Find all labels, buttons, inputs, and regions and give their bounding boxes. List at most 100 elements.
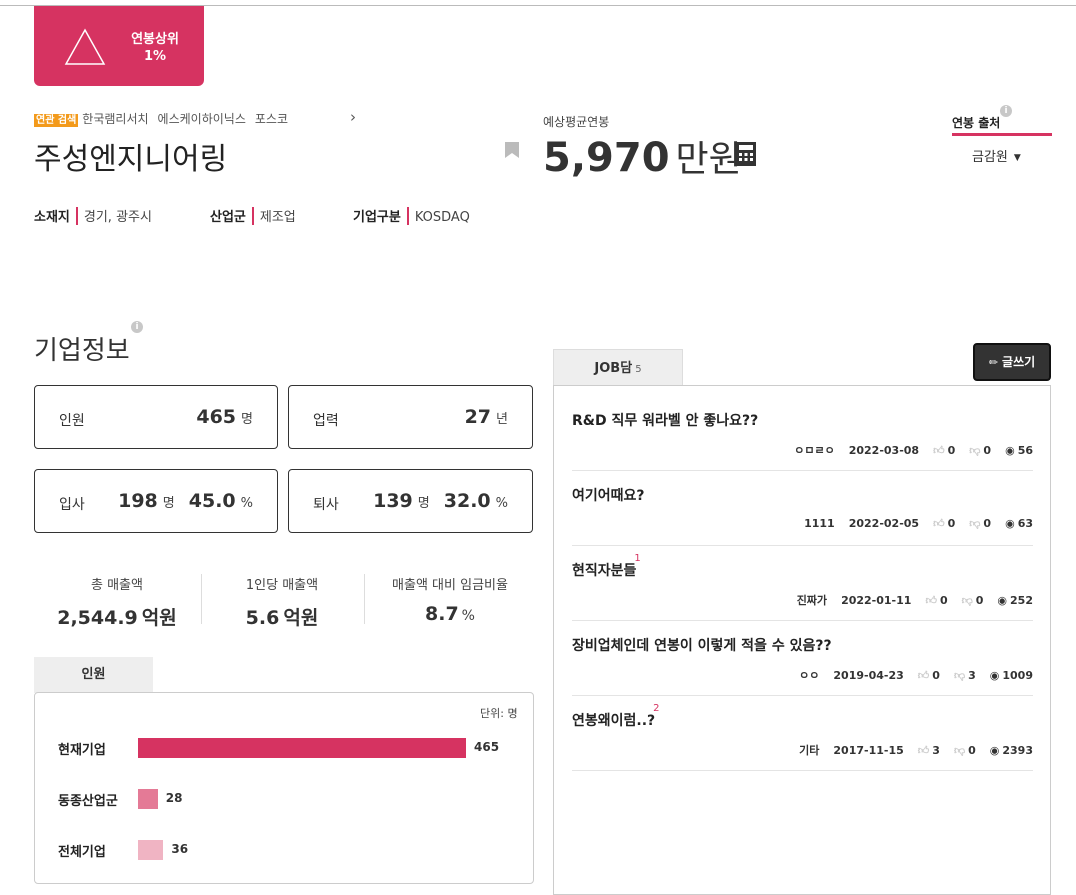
- post-date: 2017-11-15: [833, 744, 904, 757]
- leavers-unit: 명: [417, 496, 430, 511]
- post-title: 연봉왜이럼..?: [572, 713, 656, 729]
- company-industry: 산업군 제조업: [210, 206, 296, 225]
- headcount-chart: [34, 692, 534, 884]
- employees-unit: 명: [241, 412, 253, 427]
- post-divider: [572, 620, 1033, 621]
- post-dislikes: 0: [968, 744, 976, 757]
- joiners-card: 입사 198 명 45.0%: [34, 469, 278, 533]
- eye-icon: ◉: [1005, 517, 1015, 530]
- post-views: 252: [1010, 594, 1033, 607]
- post-title: R&D 직무 워라벨 안 좋나요??: [572, 413, 759, 429]
- comment-count-badge: 1: [634, 553, 641, 564]
- joiners-rate-unit: %: [240, 496, 253, 511]
- write-post-button[interactable]: ✏ 글쓰기: [973, 343, 1051, 381]
- post-author: 진짜가: [796, 594, 828, 607]
- post-likes: 0: [947, 517, 956, 530]
- post-views: 1009: [1002, 669, 1033, 682]
- bar-label: 동종산업군: [58, 794, 118, 809]
- job-tab-count: 5: [635, 364, 642, 375]
- post-divider: [572, 695, 1033, 696]
- wage-ratio-value: 8.7: [425, 603, 459, 625]
- post-likes: 3: [932, 744, 940, 757]
- post-dislikes: 3: [968, 669, 976, 682]
- joiners-value: 198: [118, 490, 158, 512]
- thumbs-up-icon[interactable]: 👍︎: [925, 594, 937, 607]
- location-value: 경기, 광주시: [83, 210, 152, 225]
- employees-card: 인원 465 명: [34, 385, 278, 449]
- leavers-rate: 32.0: [443, 490, 491, 512]
- post-title-link[interactable]: 여기어때요?: [572, 485, 645, 505]
- thumbs-up-icon[interactable]: 👍︎: [933, 444, 945, 457]
- employees-value: 465: [196, 406, 237, 428]
- total-revenue: 총 매출액 2,544.9 억원: [37, 574, 197, 630]
- post-meta: 진짜가 2022-01-11 👍︎ 0 👎︎ 0 ◉ 252: [783, 592, 1033, 608]
- revenue-per-employee-label: 1인당 매출액: [245, 578, 319, 593]
- post-title: 여기어때요?: [572, 488, 645, 504]
- post-views: 56: [1017, 444, 1033, 457]
- calculator-icon[interactable]: [736, 142, 756, 166]
- divider: [364, 574, 365, 624]
- post-author: 기타: [799, 744, 820, 757]
- rank-value: 1%: [143, 49, 167, 64]
- thumbs-down-icon[interactable]: 👎︎: [969, 517, 980, 530]
- info-icon[interactable]: i: [131, 321, 143, 333]
- post-views: 2393: [1002, 744, 1033, 757]
- thumbs-down-icon[interactable]: 👎︎: [954, 669, 965, 682]
- post-title-link[interactable]: 현직자분들1: [572, 553, 641, 580]
- thumbs-up-icon[interactable]: 👍︎: [918, 669, 930, 682]
- industry-value: 제조업: [259, 210, 296, 225]
- post-title-link[interactable]: 연봉왜이럼..?2: [572, 703, 660, 730]
- tab-headcount[interactable]: 인원: [34, 657, 153, 693]
- headcount-bar: [138, 789, 158, 809]
- rank-label: 연봉상위: [131, 32, 179, 47]
- eye-icon: ◉: [989, 669, 1000, 682]
- post-title: 현직자분들: [572, 563, 637, 579]
- type-label: 기업구분: [353, 210, 401, 225]
- salary-value: 5,970: [543, 135, 670, 181]
- post-author: 1111: [804, 517, 835, 530]
- salary-source-selected: 금감원: [972, 150, 1008, 165]
- post-date: 2022-01-11: [841, 594, 912, 607]
- post-title-link[interactable]: 장비업체인데 연봉이 이렇게 적을 수 있음??: [572, 635, 832, 655]
- revenue-per-employee-unit: 억원: [283, 607, 319, 629]
- post-divider: [572, 770, 1033, 771]
- related-company-link[interactable]: 한국램리서치: [82, 112, 148, 126]
- post-author: ㅇㅁㄹㅇ: [794, 444, 835, 457]
- related-company-link[interactable]: 포스코: [255, 112, 288, 126]
- thumbs-down-icon[interactable]: 👎︎: [954, 744, 965, 757]
- tab-job-talk[interactable]: JOB담 5: [553, 349, 683, 386]
- post-divider: [572, 545, 1033, 546]
- unit-note: 단위: 명: [480, 707, 518, 720]
- total-revenue-unit: 억원: [141, 607, 177, 629]
- post-date: 2022-02-05: [848, 517, 920, 530]
- post-author: ㅇㅇ: [799, 669, 820, 682]
- post-likes: 0: [947, 444, 956, 457]
- thumbs-down-icon[interactable]: 👎︎: [962, 594, 973, 607]
- leavers-label: 퇴사: [313, 497, 339, 513]
- eye-icon: ◉: [997, 594, 1008, 607]
- history-value: 27: [464, 406, 492, 428]
- location-label: 소재지: [34, 210, 70, 225]
- post-divider: [572, 470, 1033, 471]
- related-search-tag: 연관 검색: [34, 114, 79, 127]
- info-icon[interactable]: i: [1000, 105, 1012, 117]
- revenue-per-employee: 1인당 매출액 5.6 억원: [202, 574, 362, 630]
- company-location: 소재지 경기, 광주시: [34, 206, 152, 225]
- bar-label: 현재기업: [58, 743, 106, 758]
- post-dislikes: 0: [975, 594, 984, 607]
- salary-label: 예상평균연봉: [543, 115, 610, 129]
- thumbs-up-icon[interactable]: 👍︎: [918, 744, 930, 757]
- thumbs-up-icon[interactable]: 👍︎: [933, 517, 945, 530]
- post-meta: ㅇㅁㄹㅇ 2022-03-08 👍︎ 0 👎︎ 0 ◉ 56: [780, 442, 1033, 458]
- salary-source-dropdown[interactable]: 금감원 ▼: [972, 146, 1021, 165]
- chevron-right-icon[interactable]: ›: [350, 108, 356, 126]
- wage-ratio-unit: %: [461, 608, 475, 624]
- eye-icon: ◉: [989, 744, 1000, 757]
- post-title-link[interactable]: R&D 직무 워라벨 안 좋나요??: [572, 410, 758, 430]
- leavers-card: 퇴사 139 명 32.0%: [288, 469, 533, 533]
- total-revenue-label: 총 매출액: [91, 578, 143, 593]
- bookmark-icon[interactable]: [505, 142, 519, 158]
- thumbs-down-icon[interactable]: 👎︎: [969, 444, 980, 457]
- related-company-link[interactable]: 에스케이하이닉스: [158, 112, 246, 126]
- bar-label: 전체기업: [58, 845, 106, 860]
